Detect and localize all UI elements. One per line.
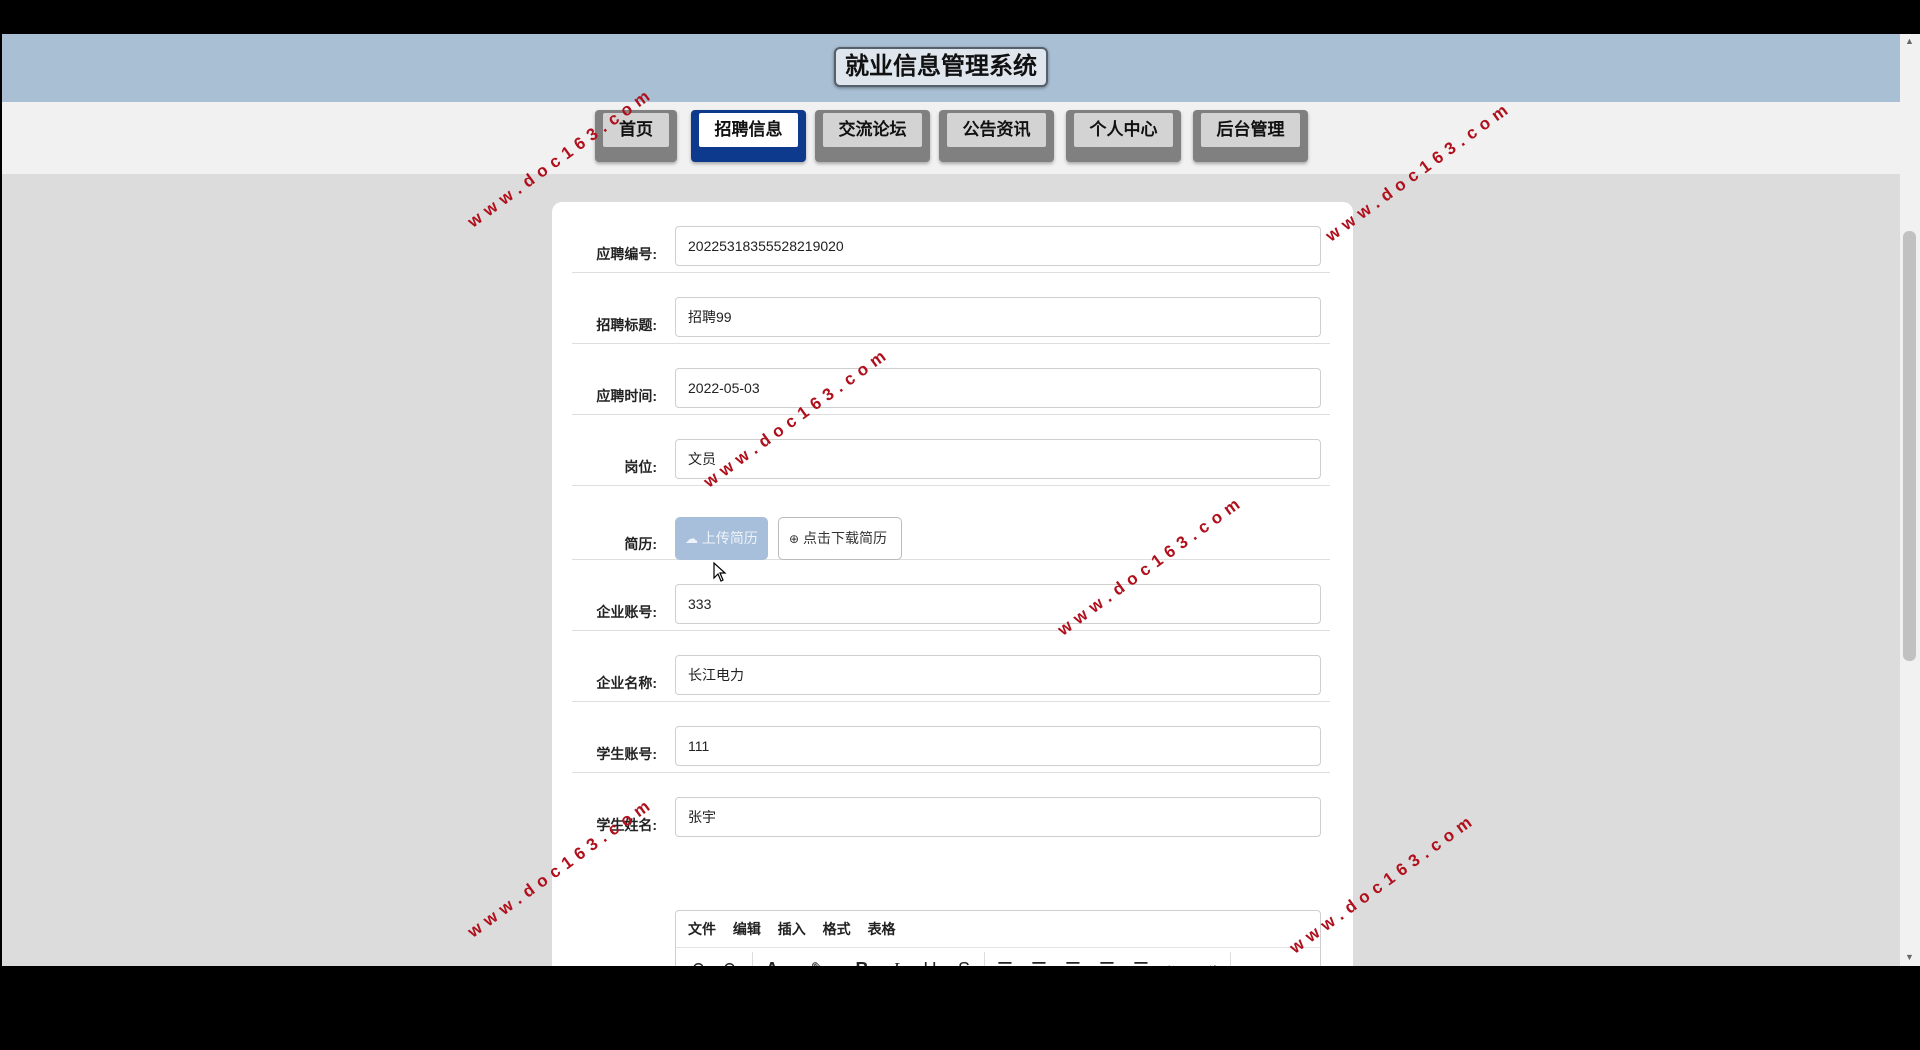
redo-icon[interactable]: ↷	[718, 956, 744, 966]
more-icon[interactable]: ⋯	[1238, 956, 1264, 966]
mouse-cursor-icon	[713, 561, 727, 587]
editor-menu-format[interactable]: 格式	[823, 921, 851, 937]
company-account-field[interactable]: 333	[675, 584, 1321, 624]
nav-forum[interactable]: 交流论坛	[815, 110, 930, 162]
strikethrough-icon[interactable]: S	[952, 956, 976, 966]
row-position: 岗位: 文员	[572, 415, 1330, 486]
scroll-down-icon[interactable]: ▼	[1905, 952, 1914, 962]
align-left-icon[interactable]: ☰	[1026, 956, 1052, 966]
application-detail-card: 应聘编号: 20225318355528219020 招聘标题: 招聘99 应聘…	[552, 202, 1353, 966]
text-color-icon[interactable]: A	[760, 956, 784, 966]
line-height-icon[interactable]: ☰	[992, 956, 1018, 966]
underline-icon[interactable]: U	[918, 956, 942, 966]
apply-time-field[interactable]: 2022-05-03	[675, 368, 1321, 408]
student-name-field[interactable]: 张宇	[675, 797, 1321, 837]
row-application-no: 应聘编号: 20225318355528219020	[572, 202, 1330, 273]
editor-toolbar: ↶ ↷ A ⌄ ✎ ⌄ B I U S ☰ ☰ ☰ ☰ ☰ ⇤ ⇥ ⋯	[676, 947, 1320, 966]
upload-resume-label: 上传简历	[701, 530, 758, 546]
apply-time-label: 应聘时间:	[596, 388, 657, 404]
rich-text-editor: 文件 编辑 插入 格式 表格 ↶ ↷ A ⌄ ✎ ⌄ B I U S ☰ ☰	[675, 910, 1321, 966]
row-apply-time: 应聘时间: 2022-05-03	[572, 344, 1330, 415]
main-nav: 首页 招聘信息 交流论坛 公告资讯 个人中心 后台管理	[2, 102, 1900, 174]
editor-menubar: 文件 编辑 插入 格式 表格	[676, 911, 1320, 947]
recruit-title-label: 招聘标题:	[596, 317, 657, 333]
row-recruit-title: 招聘标题: 招聘99	[572, 273, 1330, 344]
download-resume-button[interactable]: ⊕ 点击下载简历	[778, 517, 902, 560]
row-company-name: 企业名称: 长江电力	[572, 631, 1330, 702]
indent-icon[interactable]: ⇥	[1196, 956, 1222, 966]
nav-admin[interactable]: 后台管理	[1193, 110, 1308, 162]
cloud-upload-icon: ☁	[685, 531, 698, 546]
italic-icon[interactable]: I	[884, 956, 908, 966]
nav-announcements[interactable]: 公告资讯	[939, 110, 1054, 162]
nav-personal-center[interactable]: 个人中心	[1066, 110, 1181, 162]
editor-menu-file[interactable]: 文件	[688, 921, 716, 937]
scroll-thumb[interactable]	[1903, 231, 1916, 661]
row-student-name: 学生姓名: 张宇	[572, 773, 1330, 844]
browser-viewport: 就业信息管理系统 首页 招聘信息 交流论坛 公告资讯 个人中心 后台管理 应聘编…	[2, 34, 1900, 966]
nav-personal-center-label: 个人中心	[1074, 113, 1173, 147]
page-scrollbar[interactable]: ▲ ▼	[1900, 34, 1920, 966]
highlight-icon[interactable]: ✎	[806, 956, 830, 966]
row-company-account: 企业账号: 333	[572, 560, 1330, 631]
chevron-down-icon[interactable]: ⌄	[828, 956, 842, 966]
application-no-label: 应聘编号:	[596, 246, 657, 262]
position-label: 岗位:	[624, 459, 657, 475]
outdent-icon[interactable]: ⇤	[1162, 956, 1188, 966]
student-account-label: 学生账号:	[596, 746, 657, 762]
student-account-field[interactable]: 111	[675, 726, 1321, 766]
nav-recruitment[interactable]: 招聘信息	[691, 110, 806, 162]
recruit-title-field[interactable]: 招聘99	[675, 297, 1321, 337]
upload-resume-button[interactable]: ☁ 上传简历	[675, 517, 768, 560]
scroll-up-icon[interactable]: ▲	[1905, 36, 1914, 46]
align-center-icon[interactable]: ☰	[1060, 956, 1086, 966]
undo-icon[interactable]: ↶	[684, 956, 710, 966]
nav-announcements-label: 公告资讯	[947, 113, 1046, 147]
align-justify-icon[interactable]: ☰	[1128, 956, 1154, 966]
download-resume-label: 点击下载简历	[802, 530, 887, 546]
application-no-field[interactable]: 20225318355528219020	[675, 226, 1321, 266]
nav-forum-label: 交流论坛	[823, 113, 922, 147]
align-right-icon[interactable]: ☰	[1094, 956, 1120, 966]
editor-menu-edit[interactable]: 编辑	[733, 921, 761, 937]
company-name-field[interactable]: 长江电力	[675, 655, 1321, 695]
company-account-label: 企业账号:	[596, 604, 657, 620]
row-student-account: 学生账号: 111	[572, 702, 1330, 773]
nav-recruitment-label: 招聘信息	[699, 113, 798, 147]
header-bar: 就业信息管理系统	[2, 34, 1900, 102]
chevron-down-icon[interactable]: ⌄	[782, 956, 796, 966]
company-name-label: 企业名称:	[596, 675, 657, 691]
editor-menu-table[interactable]: 表格	[868, 921, 896, 937]
download-icon: ⊕	[789, 532, 800, 546]
site-title: 就业信息管理系统	[834, 47, 1048, 87]
nav-admin-label: 后台管理	[1201, 113, 1300, 147]
editor-menu-insert[interactable]: 插入	[778, 921, 806, 937]
bold-icon[interactable]: B	[850, 956, 874, 966]
